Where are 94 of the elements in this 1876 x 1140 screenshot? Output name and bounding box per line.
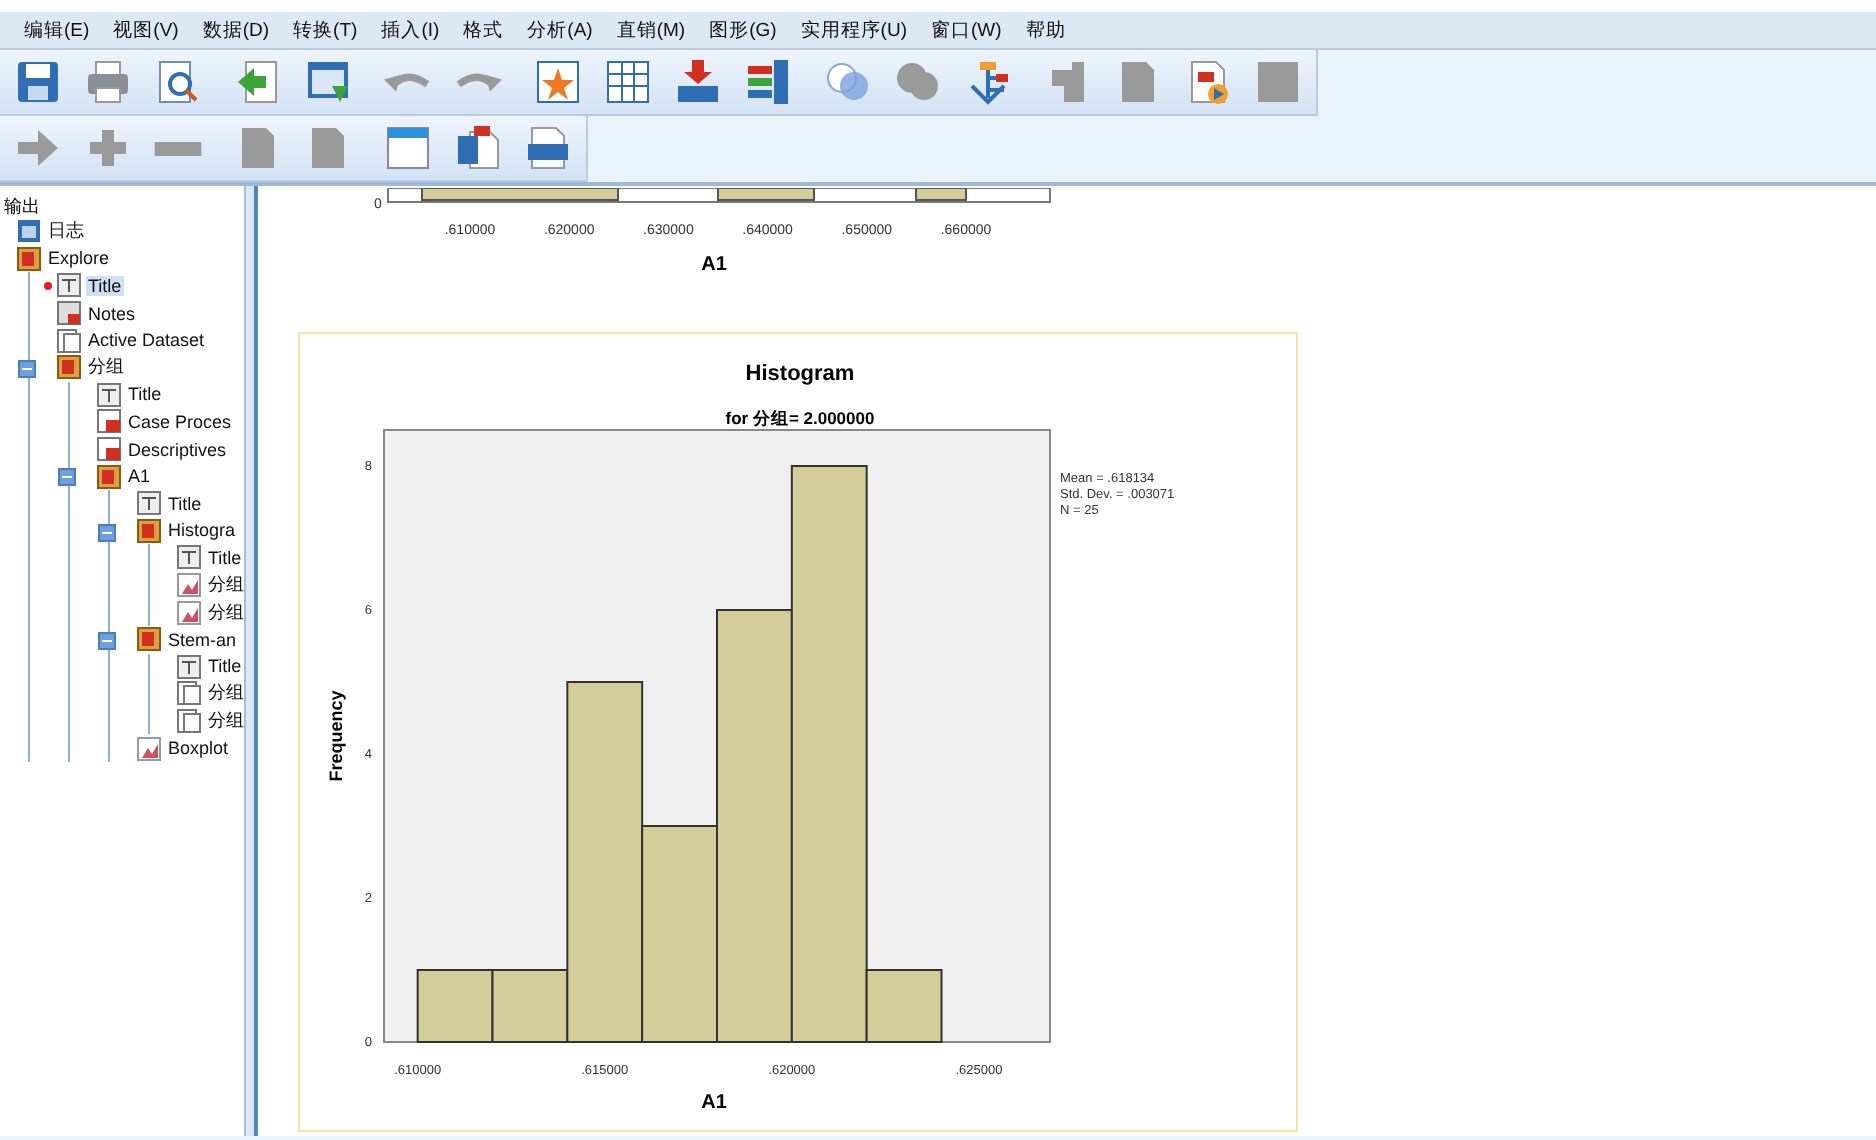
histogram-bar xyxy=(416,969,494,1043)
document-arrow-icon xyxy=(234,58,282,106)
toolbar-button[interactable] xyxy=(672,56,724,108)
menu-item[interactable]: 数据(D) xyxy=(190,15,282,45)
menu-item[interactable]: 编辑(E) xyxy=(12,15,102,45)
toolbar-button[interactable] xyxy=(82,56,134,108)
outline-book-icon xyxy=(96,463,122,490)
menu-item[interactable]: 实用程序(U) xyxy=(788,15,919,45)
toolbar-button[interactable] xyxy=(742,56,794,108)
current-item-marker xyxy=(44,282,52,291)
splitter[interactable] xyxy=(244,186,258,1136)
outline-item[interactable]: Title xyxy=(206,656,244,677)
outline-item[interactable]: 分组 xyxy=(206,707,244,734)
outline-item[interactable]: Boxplot xyxy=(166,738,231,759)
outline-chart-icon xyxy=(136,735,162,762)
chart-subtitle: for 分组= 2.000000 xyxy=(725,408,875,428)
outline-notes-icon xyxy=(56,300,82,327)
collapse-toggle[interactable] xyxy=(58,468,76,487)
toolbar-button[interactable] xyxy=(522,122,574,174)
menu-item[interactable]: 格式 xyxy=(451,15,516,45)
outline-book-icon xyxy=(56,354,82,381)
toolbar-button[interactable] xyxy=(452,122,504,174)
outline-text-icon xyxy=(176,680,202,707)
outline-book-icon xyxy=(136,626,162,653)
print-icon xyxy=(84,58,132,106)
outline-title-icon xyxy=(56,272,82,299)
plus-icon xyxy=(84,124,132,172)
outline-item[interactable]: Notes xyxy=(86,303,138,324)
toolbar-button[interactable] xyxy=(602,56,654,108)
outline-title-icon xyxy=(136,490,162,517)
menu-item[interactable]: 转换(T) xyxy=(281,15,370,45)
outline-item[interactable]: A1 xyxy=(126,466,153,487)
outline-book-icon xyxy=(16,245,42,272)
table-icon xyxy=(604,58,652,106)
outline-item[interactable]: 分组 xyxy=(206,572,244,599)
outline-book-icon xyxy=(136,517,162,544)
collapse-toggle[interactable] xyxy=(18,359,36,378)
outline-table-icon xyxy=(96,436,122,463)
outline-chart-icon xyxy=(176,572,202,599)
collapse-toggle[interactable] xyxy=(98,523,116,542)
outline-root[interactable]: 输出 xyxy=(0,194,244,218)
outline-item[interactable]: 分组 xyxy=(86,354,126,381)
outline-item[interactable]: Stem-an xyxy=(166,629,239,650)
window-icon xyxy=(384,124,432,172)
menu-item[interactable]: 分析(A) xyxy=(515,15,605,45)
print-preview-icon xyxy=(154,58,202,106)
x-axis-title: A1 xyxy=(701,1092,727,1114)
undo-icon xyxy=(384,70,432,94)
toolbar-button[interactable] xyxy=(12,56,64,108)
chart-title: Histogram xyxy=(745,362,855,386)
outline-text-icon xyxy=(56,327,82,354)
outline-item[interactable]: Title xyxy=(206,547,244,568)
outline-item[interactable]: Title xyxy=(126,384,164,405)
outline-item[interactable]: 日志 xyxy=(46,218,86,245)
menu-item[interactable]: 插入(I) xyxy=(369,15,452,45)
outline-item[interactable]: Explore xyxy=(46,248,112,269)
minus-icon xyxy=(154,141,202,155)
y-axis-title: Frequency xyxy=(326,690,346,782)
outline-item[interactable]: Descriptives xyxy=(126,439,229,460)
outline-item[interactable]: Histogra xyxy=(166,520,238,541)
square-icon xyxy=(1254,58,1302,106)
outline-item[interactable]: 分组 xyxy=(206,680,244,707)
toolbar-button[interactable] xyxy=(532,56,584,108)
window-arrow-icon xyxy=(304,58,352,106)
star-document-icon xyxy=(534,58,582,106)
document-letter-icon xyxy=(454,124,502,172)
outline-item[interactable]: Title xyxy=(86,275,124,296)
redo-icon xyxy=(454,70,502,94)
menu-item[interactable]: 窗口(W) xyxy=(919,15,1014,45)
outline-text-icon xyxy=(176,707,202,734)
outline-item[interactable]: Case Proces xyxy=(126,411,234,432)
outline-title-icon xyxy=(96,381,122,408)
outline-chart-icon xyxy=(176,599,202,626)
outline-log-icon xyxy=(16,218,42,245)
collapse-toggle[interactable] xyxy=(98,631,116,650)
outline-title-icon xyxy=(176,653,202,680)
menu-item[interactable]: 直销(M) xyxy=(604,15,698,45)
circles-icon xyxy=(824,58,872,106)
menu-item[interactable]: 图形(G) xyxy=(697,15,789,45)
menu-item[interactable]: 视图(V) xyxy=(101,15,191,45)
document-bar-icon xyxy=(524,124,572,172)
axis-title: A1 xyxy=(701,254,727,276)
outline-item[interactable]: Title xyxy=(166,493,204,514)
outline-table-icon xyxy=(96,408,122,435)
outline-item[interactable]: 分组 xyxy=(206,599,244,626)
down-arrow-table-icon xyxy=(674,58,722,106)
outline-title-icon xyxy=(176,544,202,571)
menu-item[interactable]: 帮助 xyxy=(1013,15,1078,45)
circles-icon xyxy=(894,58,942,106)
columns-icon xyxy=(744,58,792,106)
save-icon xyxy=(14,58,62,106)
toolbar-button[interactable] xyxy=(382,122,434,174)
right-arrow-icon xyxy=(14,124,62,172)
outline-item[interactable]: Active Dataset xyxy=(86,330,207,351)
